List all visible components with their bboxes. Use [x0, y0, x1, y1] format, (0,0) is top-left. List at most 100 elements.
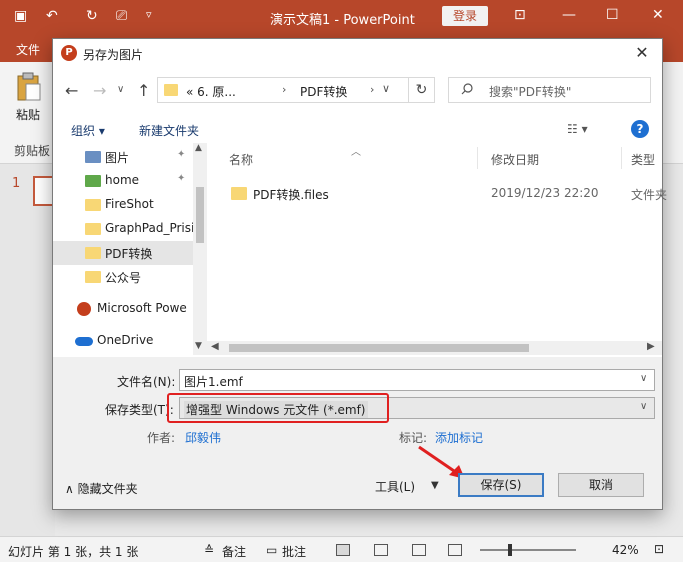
- author-label: 作者:: [147, 431, 176, 445]
- clipboard-group-label: 剪贴板: [14, 144, 51, 158]
- minimize-icon[interactable]: —: [562, 7, 576, 23]
- home-icon: [85, 175, 101, 187]
- pin-icon[interactable]: ✦: [177, 173, 185, 184]
- chevron-down-icon[interactable]: ∨: [640, 373, 647, 384]
- column-header-type[interactable]: 类型: [631, 151, 655, 168]
- horizontal-scrollbar[interactable]: ◀ ▶: [207, 341, 662, 355]
- filename-value: 图片1.emf: [184, 375, 243, 389]
- nav-scrollbar[interactable]: [193, 143, 207, 355]
- fit-slide-icon[interactable]: ⊡: [654, 542, 664, 556]
- search-placeholder: 搜索"PDF转换": [489, 85, 572, 99]
- back-arrow-icon[interactable]: ←: [65, 81, 78, 100]
- scroll-right-icon[interactable]: ▶: [647, 341, 655, 352]
- close-icon[interactable]: ✕: [629, 42, 655, 64]
- file-name: PDF转换.files: [253, 188, 329, 202]
- ribbon-display-icon[interactable]: ⊡: [514, 7, 526, 23]
- dialog-titlebar: P 另存为图片 ✕: [53, 39, 662, 67]
- zoom-slider[interactable]: [480, 549, 576, 551]
- refresh-icon[interactable]: ↻: [408, 78, 434, 102]
- nav-item-pictures[interactable]: 图片 ✦: [53, 145, 193, 169]
- dialog-toolbar: 组织 ▾ 新建文件夹 ☷ ▾ ?: [53, 115, 662, 143]
- file-date: 2019/12/23 22:20: [491, 186, 599, 200]
- author-field[interactable]: 邱毅伟: [185, 429, 221, 446]
- comments-button[interactable]: 批注: [282, 543, 306, 560]
- chevron-up-icon: ∧: [65, 482, 78, 496]
- zoom-slider-thumb[interactable]: [508, 544, 512, 556]
- breadcrumb-current[interactable]: PDF转换: [300, 83, 347, 100]
- powerpoint-icon: P: [61, 45, 77, 61]
- nav-item-home[interactable]: home ✦: [53, 169, 193, 193]
- notes-button[interactable]: 备注: [222, 543, 246, 560]
- redo-icon[interactable]: ↻: [86, 8, 98, 24]
- chevron-right-icon[interactable]: ›: [370, 83, 374, 96]
- statusbar: 幻灯片 第 1 张，共 1 张 ≙ 备注 ▭ 批注 42% ⊡: [0, 536, 683, 562]
- slide-count: 幻灯片 第 1 张，共 1 张: [8, 545, 139, 559]
- save-options-area: 文件名(N): 图片1.emf ∨ 保存类型(T): 增强型 Windows 元…: [53, 357, 662, 509]
- close-window-icon[interactable]: ✕: [652, 7, 664, 23]
- present-icon[interactable]: ⎚: [116, 8, 127, 24]
- file-row[interactable]: PDF转换.files 2019/12/23 22:20 文件夹: [227, 183, 667, 205]
- slideshow-icon[interactable]: [448, 544, 462, 556]
- column-header-name[interactable]: 名称: [229, 151, 253, 168]
- sort-ascending-icon: ︿: [351, 147, 361, 158]
- window-title: 演示文稿1 - PowerPoint: [270, 13, 415, 28]
- search-input[interactable]: 搜索"PDF转换": [448, 77, 651, 103]
- recent-locations-icon[interactable]: ∨: [117, 84, 124, 95]
- up-arrow-icon[interactable]: ↑: [137, 81, 150, 100]
- zoom-level[interactable]: 42%: [612, 543, 639, 557]
- login-button[interactable]: 登录: [442, 6, 488, 26]
- address-bar[interactable]: « 6. 原... › PDF转换 › ∨ ↻: [157, 77, 435, 103]
- filetype-label: 保存类型(T):: [105, 403, 174, 417]
- tab-file[interactable]: 文件: [16, 41, 40, 58]
- nav-item-graphpad[interactable]: GraphPad_Prisi: [53, 217, 194, 241]
- slide-sorter-icon[interactable]: [374, 544, 388, 556]
- pin-icon[interactable]: ✦: [177, 149, 185, 160]
- save-icon[interactable]: ▣: [14, 8, 27, 24]
- normal-view-icon[interactable]: [336, 544, 350, 556]
- folder-icon: [85, 247, 101, 259]
- chevron-down-icon[interactable]: ∨: [640, 401, 647, 412]
- folder-icon: [85, 271, 101, 283]
- clipboard-icon[interactable]: [16, 72, 42, 102]
- breadcrumb-parent[interactable]: « 6. 原...: [186, 83, 236, 100]
- slide-thumbnail-pane: 1: [0, 164, 55, 536]
- new-folder-button[interactable]: 新建文件夹: [139, 122, 199, 139]
- nav-item-onedrive[interactable]: OneDrive: [53, 329, 193, 353]
- scroll-up-icon[interactable]: ▲: [195, 143, 202, 153]
- undo-icon[interactable]: ↶: [46, 8, 58, 24]
- nav-item-powerpoint[interactable]: Microsoft Powe: [53, 297, 193, 321]
- chevron-right-icon[interactable]: ›: [282, 83, 286, 96]
- organize-button[interactable]: 组织 ▾: [71, 122, 105, 139]
- maximize-icon[interactable]: ☐: [606, 7, 619, 23]
- folder-icon: [85, 199, 101, 211]
- filename-input[interactable]: 图片1.emf ∨: [179, 369, 655, 391]
- chevron-down-icon[interactable]: ∨: [382, 82, 400, 95]
- folder-icon: [231, 187, 247, 200]
- save-button[interactable]: 保存(S): [458, 473, 544, 497]
- view-options-icon[interactable]: ☷ ▾: [567, 122, 588, 136]
- nav-item-wechat[interactable]: 公众号: [53, 265, 193, 289]
- paste-label[interactable]: 粘贴: [16, 106, 40, 123]
- dialog-title: 另存为图片: [83, 48, 144, 62]
- filename-label: 文件名(N):: [117, 375, 176, 389]
- reading-view-icon[interactable]: [412, 544, 426, 556]
- nav-item-fireshot[interactable]: FireShot: [53, 193, 193, 217]
- navigation-pane: 图片 ✦ home ✦ FireShot GraphPad_Prisi PDF转…: [53, 143, 207, 355]
- customize-icon[interactable]: ▿: [146, 8, 152, 21]
- column-header-date[interactable]: 修改日期: [491, 151, 539, 168]
- tools-button[interactable]: 工具(L): [375, 478, 415, 495]
- column-divider[interactable]: [477, 147, 478, 169]
- horizontal-scrollbar-thumb[interactable]: [229, 344, 529, 352]
- column-divider[interactable]: [621, 147, 622, 169]
- scroll-down-icon[interactable]: ▼: [195, 341, 202, 351]
- nav-scrollbar-thumb[interactable]: [196, 187, 204, 243]
- help-icon[interactable]: ?: [631, 120, 649, 138]
- scroll-left-icon[interactable]: ◀: [211, 341, 219, 352]
- forward-arrow-icon[interactable]: →: [93, 81, 106, 100]
- folder-icon: [164, 84, 178, 96]
- hide-folders-button[interactable]: ∧ 隐藏文件夹: [65, 480, 138, 497]
- nav-item-pdf-convert[interactable]: PDF转换: [53, 241, 193, 265]
- cancel-button[interactable]: 取消: [558, 473, 644, 497]
- file-type: 文件夹: [631, 188, 668, 202]
- slide-number: 1: [12, 176, 21, 191]
